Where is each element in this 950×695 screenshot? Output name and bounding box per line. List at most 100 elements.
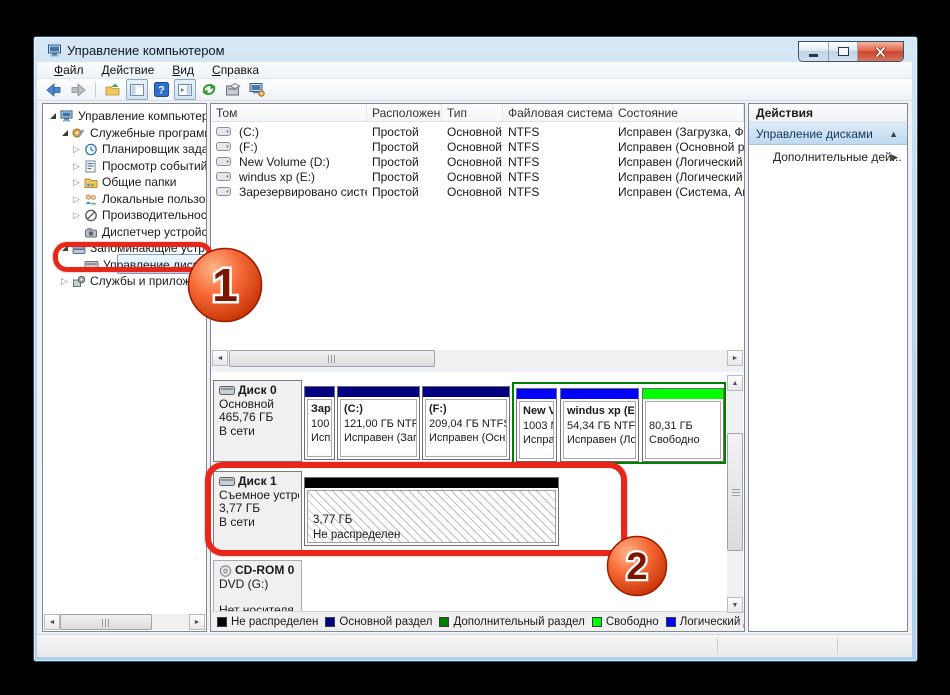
partition-windus-xp-e[interactable]: windus xp (E54,34 ГБ NTFSИсправен (Ло <box>560 388 639 462</box>
legend-swatch-primary <box>325 617 335 627</box>
expander-expanded-icon[interactable] <box>47 111 58 122</box>
svg-text:1: 1 <box>212 259 238 311</box>
table-row[interactable]: (C:) Простой Основной NTFS Исправен (Заг… <box>211 124 744 139</box>
scroll-down-button[interactable]: ▼ <box>727 597 743 613</box>
scroll-thumb[interactable] <box>60 614 152 630</box>
toolbar: ? <box>37 79 912 101</box>
column-header-status[interactable]: Состояние <box>613 104 744 121</box>
computer-gear-icon <box>249 82 265 97</box>
table-row[interactable]: (F:) Простой Основной NTFS Исправен (Осн… <box>211 139 744 154</box>
expander-none <box>71 227 82 238</box>
sidebar-item-services[interactable]: ▷ Службы и приложения <box>43 273 207 289</box>
refresh-button[interactable] <box>198 79 220 100</box>
scroll-thumb[interactable] <box>727 433 743 551</box>
expander-collapsed-icon[interactable]: ▷ <box>71 210 82 221</box>
legend-swatch-unallocated <box>217 617 227 627</box>
column-header-type[interactable]: Тип <box>442 104 503 121</box>
partition-color-bar <box>338 387 419 397</box>
minimize-button[interactable] <box>799 42 829 61</box>
restore-icon <box>838 47 849 56</box>
sidebar-item-label: Управление компьютером (л <box>78 109 207 123</box>
partition-c[interactable]: (C:)121,00 ГБ NTFSИсправен (Заг <box>337 386 420 460</box>
menu-bar: Файл Действие Вид Справка <box>37 62 912 79</box>
extended-partition-frame: New V1003 МИспра windus xp (E54,34 ГБ NT… <box>512 382 726 464</box>
scroll-left-button[interactable]: ◄ <box>212 350 228 366</box>
scroll-thumb[interactable] <box>229 350 435 367</box>
close-button[interactable] <box>858 42 903 61</box>
actions-item-more-actions[interactable]: Дополнительные дей... ▶ <box>749 145 907 169</box>
expander-collapsed-icon[interactable]: ▷ <box>71 177 82 188</box>
column-header-filesystem[interactable]: Файловая система <box>503 104 613 121</box>
table-row[interactable]: Зарезервировано системой Простой Основно… <box>211 184 744 199</box>
sidebar-item-performance[interactable]: ▷ Производительность <box>43 207 207 223</box>
export-list-button[interactable] <box>222 79 244 100</box>
screenshot-stage: Управление компьютером Файл Действие Вид… <box>0 0 950 695</box>
volume-icon <box>216 157 231 166</box>
cd-rom-icon <box>219 565 232 577</box>
refresh-icon <box>201 82 217 97</box>
scroll-right-button[interactable]: ► <box>727 350 743 366</box>
help-button[interactable]: ? <box>150 79 172 100</box>
computer-management-icon <box>47 43 63 59</box>
console-window-button[interactable] <box>126 79 148 100</box>
table-row[interactable]: New Volume (D:) Простой Основной NTFS Ис… <box>211 154 744 169</box>
sidebar-item-system-tools[interactable]: Служебные программы <box>43 125 207 141</box>
svg-text:?: ? <box>158 85 165 97</box>
disk0-label[interactable]: Диск 0 Основной 465,76 ГБ В сети <box>213 380 302 462</box>
export-list-icon <box>225 83 241 96</box>
partition-system-reserved[interactable]: Зар100Исп <box>304 386 335 460</box>
disk-icon <box>219 386 235 395</box>
scroll-up-button[interactable]: ▲ <box>727 375 743 391</box>
table-row[interactable]: windus xp (E:) Простой Основной NTFS Исп… <box>211 169 744 184</box>
disk-view-vertical-scrollbar[interactable]: ▲ ▼ <box>727 375 743 613</box>
tree-horizontal-scrollbar[interactable]: ◄ ► <box>44 614 205 630</box>
title-bar[interactable]: Управление компьютером <box>37 40 912 62</box>
actions-header: Действия <box>749 104 907 123</box>
properties-button[interactable] <box>246 79 268 100</box>
splitter[interactable] <box>211 367 744 372</box>
caption-buttons <box>798 41 904 62</box>
sidebar-item-computer-management[interactable]: Управление компьютером (л <box>43 108 207 124</box>
action-pane-button[interactable] <box>174 79 196 100</box>
expander-collapsed-icon[interactable]: ▷ <box>71 161 82 172</box>
expander-collapsed-icon[interactable]: ▷ <box>71 144 82 155</box>
actions-group-disk-management[interactable]: Управление дисками ▲ <box>749 123 907 145</box>
expander-collapsed-icon[interactable]: ▷ <box>71 194 82 205</box>
sidebar-item-label: Общие папки <box>102 175 176 189</box>
column-header-layout[interactable]: Расположение <box>367 104 442 121</box>
sidebar-item-device-manager[interactable]: Диспетчер устройств <box>43 224 207 240</box>
partition-free-space[interactable]: 80,31 ГБСвободно <box>642 388 724 462</box>
column-header-volume[interactable]: Том <box>211 104 367 121</box>
menu-view[interactable]: Вид <box>163 63 203 78</box>
menu-file[interactable]: Файл <box>45 63 93 78</box>
cdrom-label[interactable]: CD-ROM 0 DVD (G:) Нет носителя <box>213 560 302 612</box>
sidebar-item-label: Планировщик заданий <box>102 142 207 156</box>
legend-swatch-free <box>592 617 602 627</box>
sidebar-item-local-users[interactable]: ▷ Локальные пользовате <box>43 191 207 207</box>
sidebar-item-shared-folders[interactable]: ▷ Общие папки <box>43 174 207 190</box>
back-button[interactable] <box>43 79 65 100</box>
action-pane-icon <box>178 84 192 96</box>
show-console-tree-button[interactable] <box>102 79 124 100</box>
restore-button[interactable] <box>829 42 858 61</box>
expander-expanded-icon[interactable] <box>59 128 70 139</box>
partition-f[interactable]: (F:)209,04 ГБ NTFSИсправен (Осн <box>422 386 510 460</box>
sidebar-item-task-scheduler[interactable]: ▷ Планировщик заданий <box>43 141 207 157</box>
menu-help[interactable]: Справка <box>203 63 268 78</box>
volume-icon <box>216 127 231 136</box>
device-manager-icon <box>84 226 98 239</box>
expander-collapsed-icon[interactable]: ▷ <box>59 276 70 287</box>
partition-color-bar <box>517 389 556 399</box>
sidebar-item-event-viewer[interactable]: ▷ Просмотр событий <box>43 158 207 174</box>
list-horizontal-scrollbar[interactable]: ◄ ► <box>212 350 743 367</box>
menu-action[interactable]: Действие <box>93 63 164 78</box>
legend-item: Логический диск <box>666 616 745 628</box>
scroll-left-button[interactable]: ◄ <box>44 614 60 630</box>
legend-item: Не распределен <box>217 616 318 628</box>
partition-new-volume-d[interactable]: New V1003 МИспра <box>516 388 557 462</box>
console-tree-panel: Управление компьютером (л Служебные прог… <box>42 103 207 632</box>
collapse-icon[interactable]: ▲ <box>889 129 898 139</box>
forward-button[interactable] <box>67 79 89 100</box>
close-icon <box>875 47 886 57</box>
scroll-right-button[interactable]: ► <box>189 614 205 630</box>
